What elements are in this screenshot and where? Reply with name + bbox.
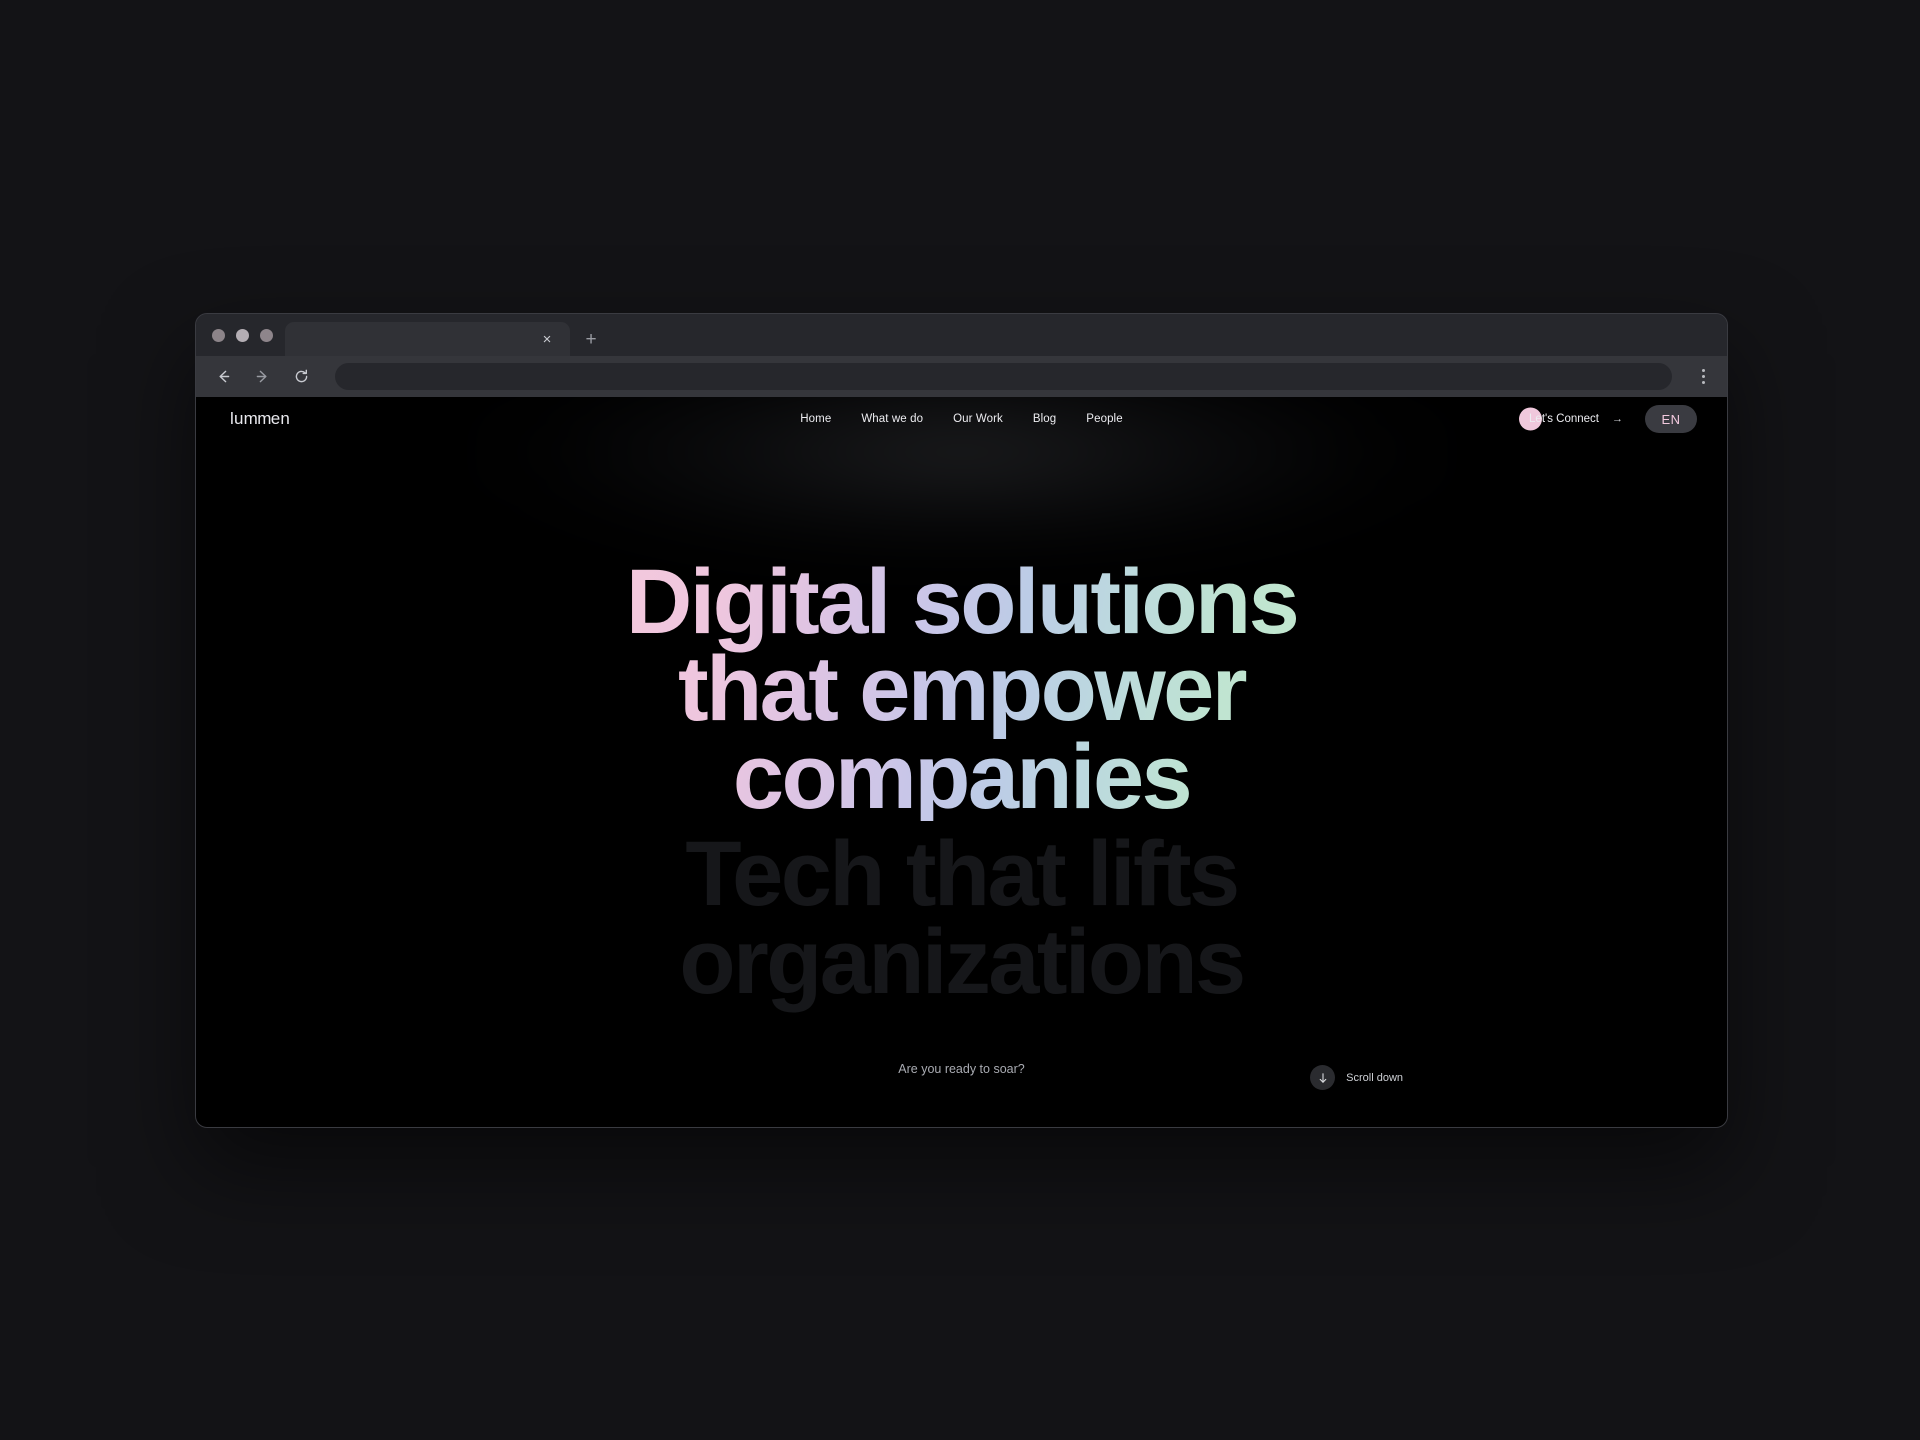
arrow-right-icon: → — [1612, 412, 1623, 425]
scroll-down-button[interactable]: Scroll down — [1310, 1065, 1403, 1090]
site-logo[interactable]: lu mm en — [230, 409, 290, 429]
kebab-menu-icon[interactable] — [1691, 364, 1715, 390]
reload-icon[interactable] — [288, 364, 314, 390]
logo-prefix: lu — [230, 409, 244, 428]
page-viewport: lu mm en Home What we do Our Work Blog Peo… — [196, 397, 1727, 1127]
site-navbar: lu mm en Home What we do Our Work Blog Peo… — [196, 397, 1727, 441]
maximize-window-button[interactable] — [260, 328, 273, 342]
browser-tab-strip: × + — [196, 314, 1727, 356]
hero-ghost-headline: Tech that lifts organizations — [679, 823, 1246, 1013]
browser-window: × + lu mm en Home What we do Our Work Bl… — [195, 313, 1728, 1128]
desktop-backdrop: × + lu mm en Home What we do Our Work Bl… — [0, 0, 1920, 1440]
browser-toolbar — [196, 356, 1727, 397]
lets-connect-button[interactable]: Let's Connect → — [1519, 407, 1623, 431]
nav-item-home[interactable]: Home — [800, 413, 831, 425]
address-bar[interactable] — [335, 363, 1672, 390]
nav-item-our-work[interactable]: Our Work — [953, 413, 1003, 425]
nav-item-what-we-do[interactable]: What we do — [861, 413, 923, 425]
hero-tagline: Are you ready to soar? — [898, 1062, 1025, 1076]
minimize-window-button[interactable] — [236, 328, 249, 342]
lets-connect-label: Let's Connect — [1529, 413, 1599, 425]
hero-footer: Are you ready to soar? Scroll down — [196, 1053, 1727, 1127]
arrow-left-icon[interactable] — [210, 364, 236, 390]
logo-zigzag: mm — [243, 409, 272, 428]
arrow-right-icon[interactable] — [249, 364, 275, 390]
logo-suffix: en — [270, 409, 291, 428]
close-icon[interactable]: × — [538, 330, 556, 348]
window-traffic-lights — [210, 314, 285, 356]
nav-item-blog[interactable]: Blog — [1033, 413, 1056, 425]
language-switcher-label: EN — [1661, 411, 1681, 427]
hero-section: Digital solutions that empower companies… — [196, 441, 1727, 1127]
close-window-button[interactable] — [212, 328, 225, 342]
primary-nav: Home What we do Our Work Blog People — [800, 413, 1122, 425]
scroll-down-label: Scroll down — [1346, 1071, 1403, 1084]
new-tab-icon[interactable]: + — [570, 322, 612, 356]
arrow-down-icon — [1310, 1065, 1336, 1090]
nav-item-people[interactable]: People — [1086, 413, 1122, 425]
navbar-right-group: Let's Connect → EN — [1519, 405, 1697, 433]
hero-headline: Digital solutions that empower companies — [625, 551, 1300, 828]
language-switcher[interactable]: EN — [1645, 405, 1697, 433]
browser-tab[interactable]: × — [285, 322, 570, 356]
